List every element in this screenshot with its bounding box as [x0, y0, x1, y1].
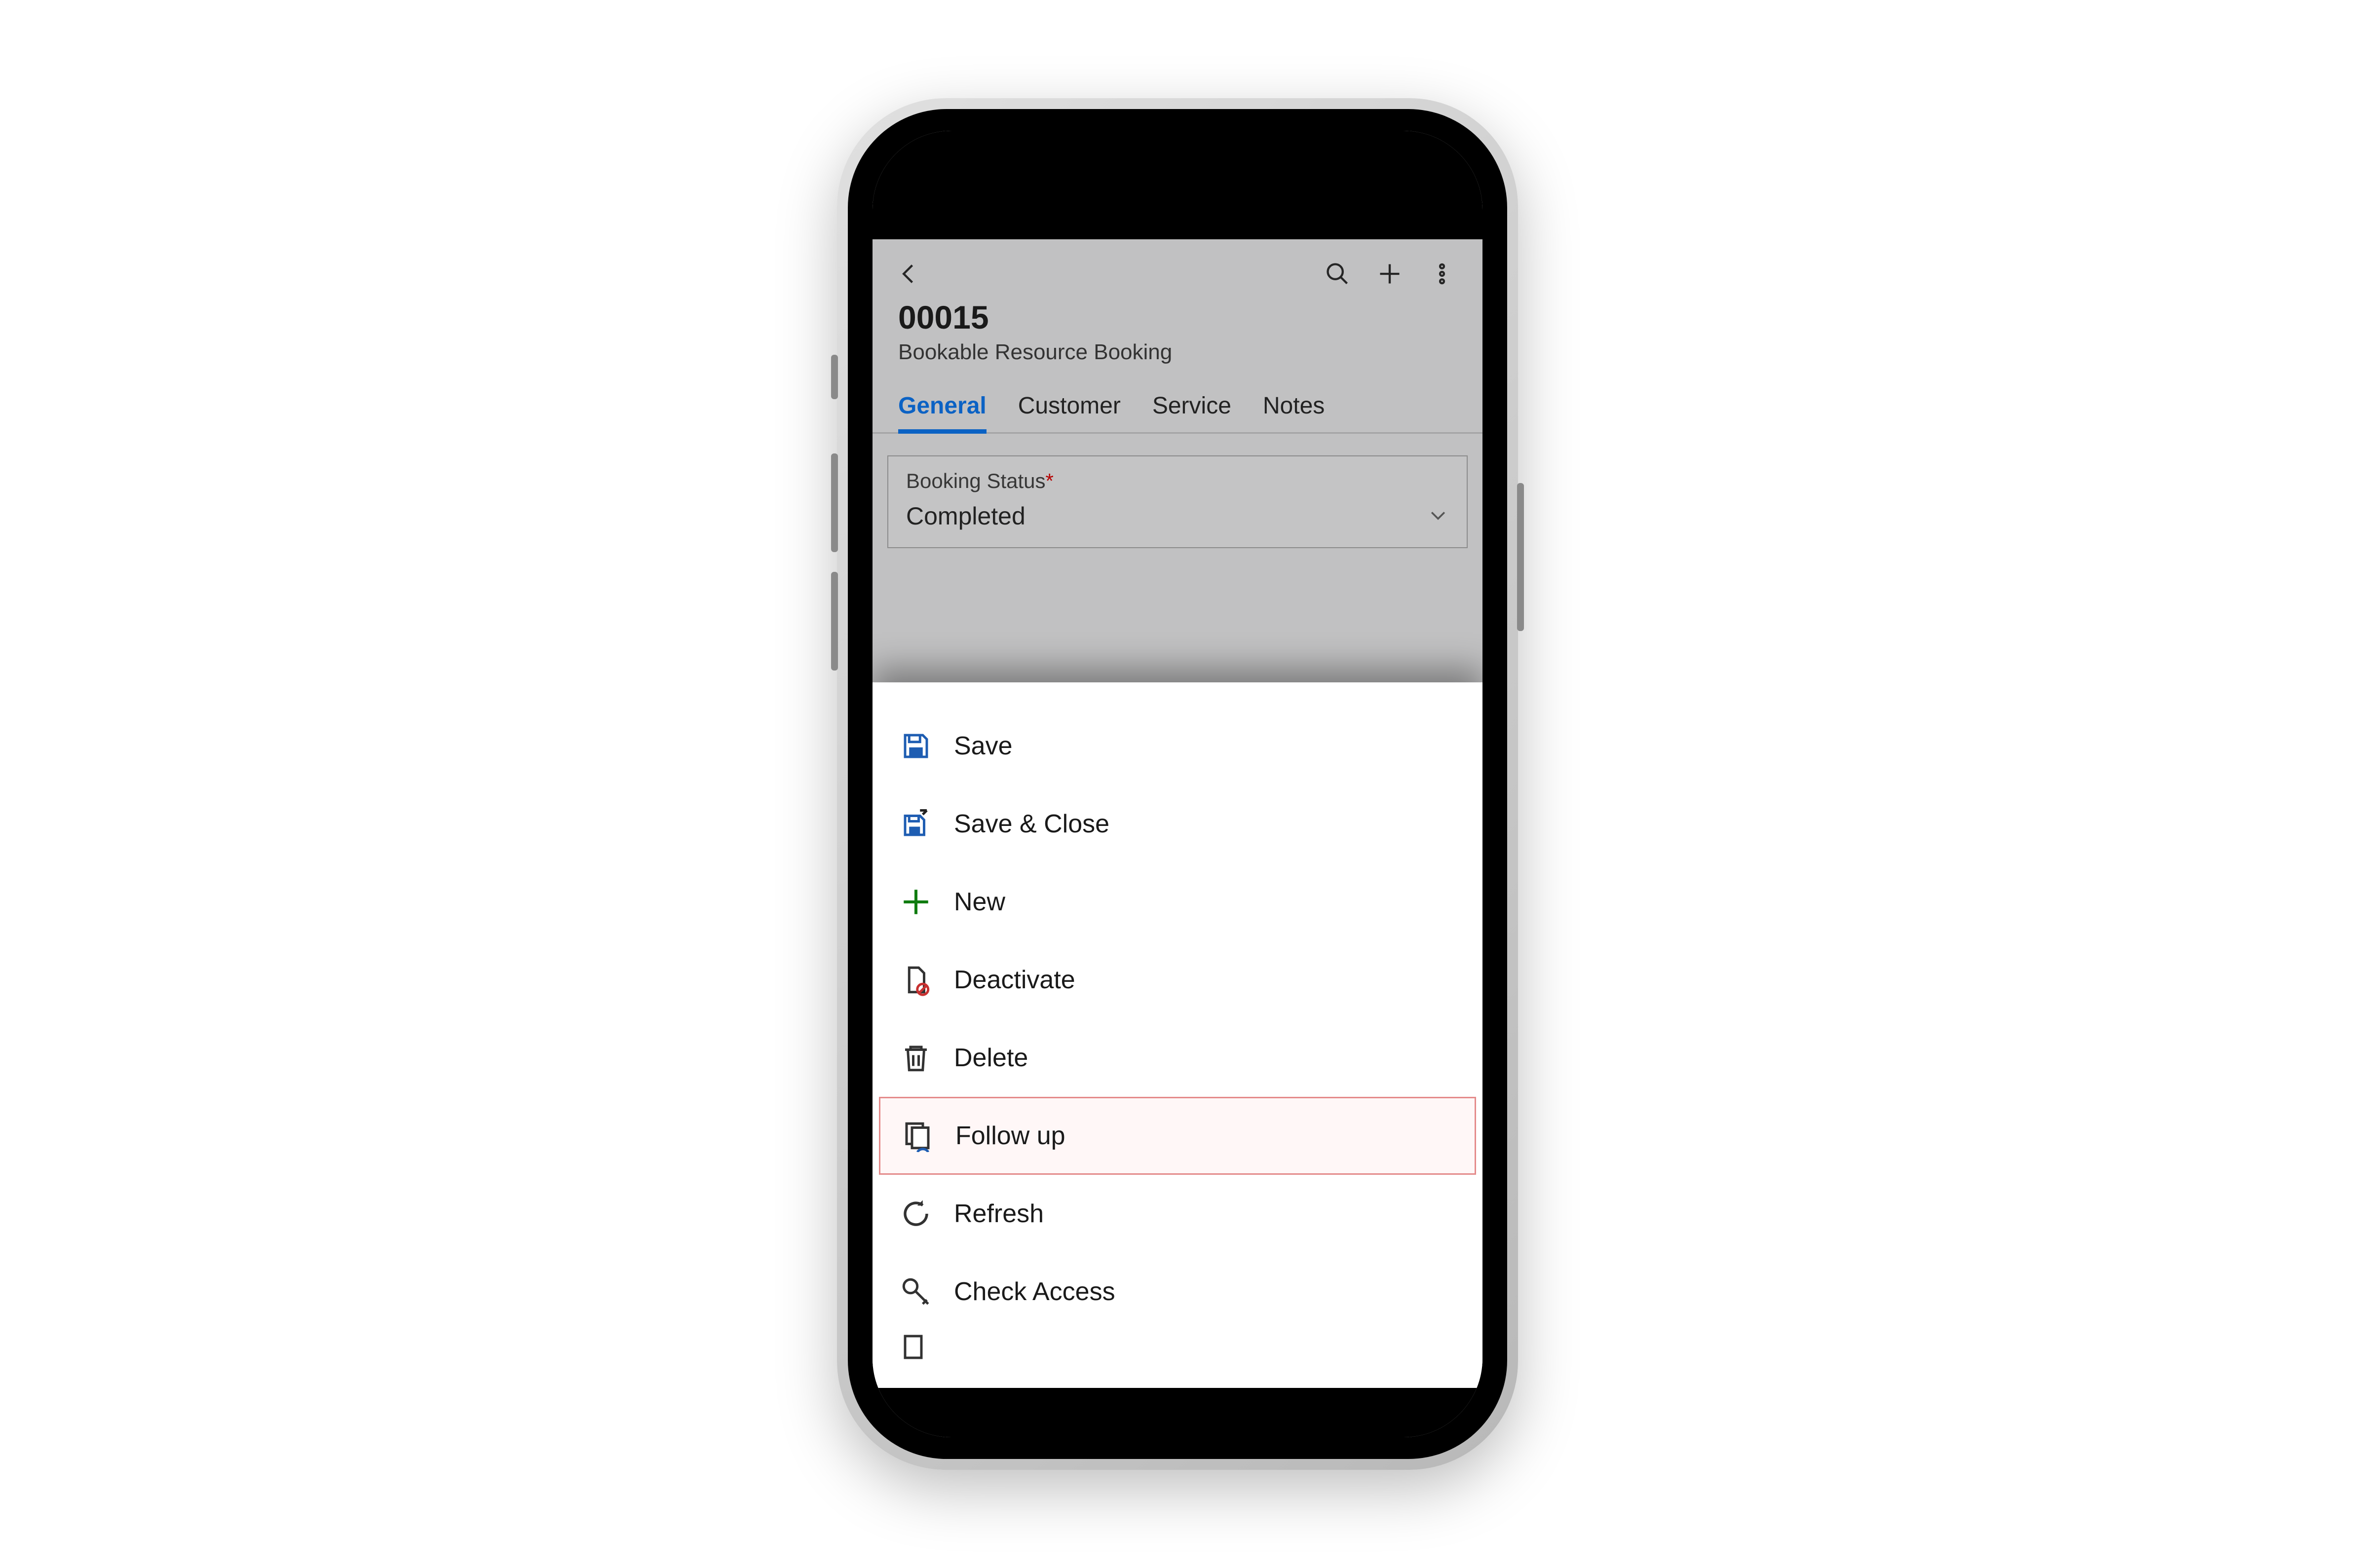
follow-up-icon [901, 1120, 934, 1152]
menu-save-label: Save [954, 731, 1013, 761]
delete-icon [900, 1042, 932, 1074]
refresh-icon [900, 1197, 932, 1230]
phone-screen: 00015 Bookable Resource Booking General … [873, 131, 1482, 1437]
tab-service[interactable]: Service [1152, 392, 1231, 432]
tab-customer[interactable]: Customer [1018, 392, 1121, 432]
menu-save[interactable]: Save [873, 707, 1482, 785]
more-button[interactable] [1427, 259, 1457, 289]
deactivate-icon [900, 964, 932, 996]
search-icon [1325, 261, 1350, 287]
booking-status-field[interactable]: Booking Status* Completed [887, 455, 1468, 548]
menu-check-access-label: Check Access [954, 1277, 1115, 1307]
phone-volume-down [831, 572, 838, 671]
menu-refresh[interactable]: Refresh [873, 1175, 1482, 1253]
menu-deactivate-label: Deactivate [954, 965, 1075, 995]
search-button[interactable] [1323, 259, 1352, 289]
app-root: 00015 Bookable Resource Booking General … [873, 131, 1482, 1437]
phone-power-button [1517, 483, 1524, 631]
tab-notes[interactable]: Notes [1263, 392, 1325, 432]
command-bar-sheet: Save Save & Close [873, 682, 1482, 1388]
tab-bar: General Customer Service Notes [873, 377, 1482, 434]
new-icon [900, 886, 932, 918]
menu-new-label: New [954, 887, 1005, 917]
check-access-icon [900, 1275, 932, 1308]
field-value: Completed [906, 502, 1026, 530]
phone-mute-switch [831, 355, 838, 399]
chevron-left-icon [896, 261, 922, 287]
required-asterisk: * [1046, 469, 1054, 492]
record-entity: Bookable Resource Booking [898, 340, 1457, 365]
menu-follow-up-label: Follow up [955, 1121, 1065, 1151]
menu-new[interactable]: New [873, 863, 1482, 941]
plus-icon [1377, 261, 1403, 287]
back-button[interactable] [894, 259, 924, 289]
partial-icon [900, 1331, 932, 1363]
app-content: 00015 Bookable Resource Booking General … [873, 239, 1482, 1388]
menu-check-access[interactable]: Check Access [873, 1253, 1482, 1331]
menu-deactivate[interactable]: Deactivate [873, 941, 1482, 1019]
save-icon [900, 730, 932, 762]
chevron-down-icon [1427, 504, 1449, 526]
record-header: 00015 Bookable Resource Booking [873, 299, 1482, 377]
menu-delete-label: Delete [954, 1043, 1028, 1073]
add-button[interactable] [1375, 259, 1405, 289]
tab-general[interactable]: General [898, 392, 987, 432]
home-indicator-area [873, 1388, 1482, 1437]
phone-volume-up [831, 453, 838, 552]
field-label: Booking Status* [906, 469, 1449, 493]
phone-bezel: 00015 Bookable Resource Booking General … [848, 109, 1507, 1459]
menu-refresh-label: Refresh [954, 1199, 1044, 1229]
menu-save-close-label: Save & Close [954, 809, 1109, 839]
record-title: 00015 [898, 299, 1457, 336]
menu-follow-up[interactable]: Follow up [879, 1097, 1476, 1175]
field-chevron [1427, 504, 1449, 528]
menu-delete[interactable]: Delete [873, 1019, 1482, 1097]
more-vertical-icon [1429, 261, 1455, 287]
menu-item-partial[interactable] [873, 1331, 1482, 1388]
menu-save-close[interactable]: Save & Close [873, 785, 1482, 863]
field-label-text: Booking Status [906, 469, 1046, 492]
status-bar-area [873, 131, 1482, 239]
phone-frame: 00015 Bookable Resource Booking General … [837, 98, 1518, 1470]
save-close-icon [900, 808, 932, 840]
header-bar [873, 239, 1482, 299]
